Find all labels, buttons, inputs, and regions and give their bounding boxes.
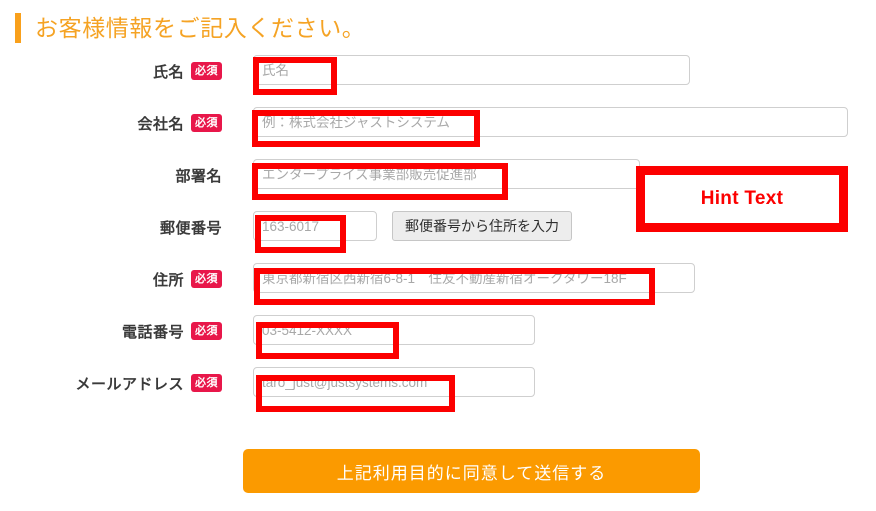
label-postal-code: 郵便番号 [0,211,222,243]
label-address: 住所 必須 [0,263,222,295]
required-badge-phone: 必須 [191,322,222,340]
label-address-text: 住所 [152,271,184,289]
required-badge-email: 必須 [191,374,222,392]
label-company-text: 会社名 [137,115,184,133]
label-email-text: メールアドレス [75,375,184,393]
customer-info-form: 氏名 必須 会社名 必須 部署名 郵便番号 郵便番号から住所を入力 住所 必須 [0,55,876,419]
label-email: メールアドレス 必須 [0,367,222,399]
lookup-address-button[interactable]: 郵便番号から住所を入力 [392,211,572,241]
postal-code-input[interactable] [253,211,377,241]
form-row-name: 氏名 必須 [0,55,876,107]
required-badge-name: 必須 [191,62,222,80]
form-row-email: メールアドレス 必須 [0,367,876,419]
label-department-text: 部署名 [175,167,222,185]
name-input[interactable] [253,55,690,85]
label-company: 会社名 必須 [0,107,222,139]
page-title: お客様情報をご記入ください。 [35,15,366,41]
label-department: 部署名 [0,159,222,191]
form-row-address: 住所 必須 [0,263,876,315]
form-row-company: 会社名 必須 [0,107,876,159]
email-input[interactable] [253,367,535,397]
submit-button[interactable]: 上記利用目的に同意して送信する [243,449,700,493]
label-phone-text: 電話番号 [121,323,184,341]
label-name-text: 氏名 [152,63,184,81]
annotation-callout-hint-text: Hint Text [636,166,848,232]
label-postal-code-text: 郵便番号 [159,219,222,237]
annotation-callout-label: Hint Text [700,188,784,209]
heading-accent-bar [15,13,21,43]
address-input[interactable] [253,263,695,293]
section-heading: お客様情報をご記入ください。 [15,11,365,45]
required-badge-company: 必須 [191,114,222,132]
label-name: 氏名 必須 [0,55,222,87]
form-row-phone: 電話番号 必須 [0,315,876,367]
required-badge-address: 必須 [191,270,222,288]
phone-input[interactable] [253,315,535,345]
company-input[interactable] [253,107,848,137]
department-input[interactable] [253,159,640,189]
label-phone: 電話番号 必須 [0,315,222,347]
